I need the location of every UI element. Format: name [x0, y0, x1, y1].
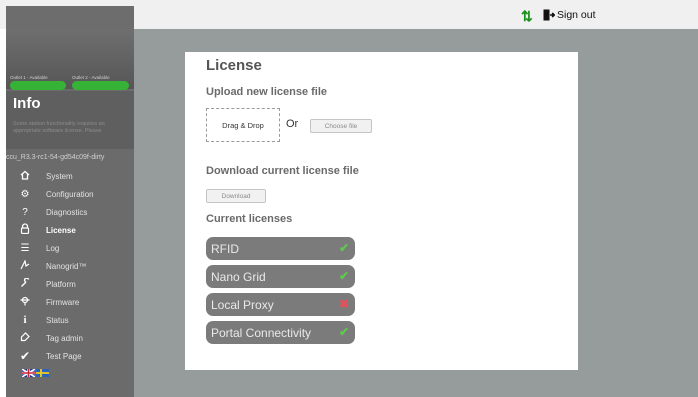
tag-icon	[19, 331, 31, 345]
drag-drop-label: Drag & Drop	[222, 120, 264, 130]
info-icon: i	[23, 314, 27, 326]
license-item-portal-connectivity: Portal Connectivity ✔	[206, 321, 355, 344]
sidebar-item-license[interactable]: License	[6, 221, 134, 239]
license-item-nano-grid: Nano Grid ✔	[206, 265, 355, 288]
outlet-1-status[interactable]	[10, 81, 66, 90]
sidebar-item-configuration[interactable]: ⚙ Configuration	[6, 185, 134, 203]
top-bar: ⇅ Sign out	[0, 0, 698, 29]
sidebar-item-label: Firmware	[46, 297, 80, 307]
outlet-1-label: Outlet 1 - Available	[10, 75, 48, 80]
sidebar-item-label: Diagnostics	[46, 207, 88, 217]
outlet-2-status[interactable]	[72, 81, 129, 90]
check-icon: ✔	[19, 349, 31, 363]
version-text: ccu_R3.3-rc1-54-gd54c09f-dirty	[6, 154, 105, 161]
license-name: Nano Grid	[211, 269, 266, 284]
sidebar-item-tag-admin[interactable]: Tag admin	[6, 329, 134, 347]
sidebar-item-label: Test Page	[46, 351, 82, 361]
sidebar-item-system[interactable]: System	[6, 167, 134, 185]
sidebar-item-label: Nanogrid™	[46, 261, 87, 271]
home-icon	[19, 170, 31, 183]
download-button[interactable]: Download	[206, 189, 266, 203]
valid-check-icon: ✔	[338, 325, 349, 339]
license-name: RFID	[211, 241, 239, 256]
license-hint-text: Some station functionality requires an a…	[13, 121, 105, 134]
language-flags	[22, 369, 49, 377]
list-icon: ☰	[20, 242, 30, 254]
door-exit-icon	[543, 9, 555, 21]
sidebar-title: Info	[13, 95, 41, 112]
swedish-flag-icon[interactable]	[36, 369, 49, 377]
up-down-arrows-icon[interactable]: ⇅	[521, 8, 533, 25]
sidebar-item-label: Tag admin	[46, 333, 83, 343]
choose-file-button[interactable]: Choose file	[310, 119, 372, 133]
sidebar-item-label: Log	[46, 243, 60, 253]
lock-icon	[19, 223, 31, 237]
upload-heading: Upload new license file	[206, 86, 328, 98]
sign-out-label: Sign out	[557, 9, 596, 21]
question-icon: ?	[22, 206, 28, 218]
sidebar-item-label: System	[46, 171, 73, 181]
valid-check-icon: ✔	[338, 269, 349, 283]
sidebar-item-nanogrid[interactable]: Nanogrid™	[6, 257, 134, 275]
sidebar-top-block	[6, 6, 134, 29]
license-name: Portal Connectivity	[211, 325, 312, 340]
sidebar-item-label: Configuration	[46, 189, 94, 199]
sidebar-item-label: License	[46, 225, 76, 235]
firmware-icon	[19, 296, 31, 309]
sidebar-item-test-page[interactable]: ✔ Test Page	[6, 347, 134, 365]
sidebar: Outlet 1 - Available Outlet 2 - Availabl…	[6, 29, 134, 397]
download-label: Download	[221, 192, 251, 200]
english-flag-icon[interactable]	[22, 369, 35, 377]
sidebar-menu: System ⚙ Configuration ? Diagnostics Lic…	[6, 167, 134, 365]
license-name: Local Proxy	[211, 297, 274, 312]
choose-file-label: Choose file	[324, 122, 358, 130]
wrench-icon	[19, 276, 31, 291]
page-title: License	[206, 57, 262, 74]
sidebar-item-firmware[interactable]: Firmware	[6, 293, 134, 311]
drag-drop-zone[interactable]: Drag & Drop	[206, 108, 280, 142]
sidebar-item-label: Status	[46, 315, 69, 325]
sidebar-item-label: Platform	[46, 279, 76, 289]
invalid-cross-icon: ✖	[338, 297, 349, 311]
gear-icon: ⚙	[20, 188, 30, 200]
sidebar-item-status[interactable]: i Status	[6, 311, 134, 329]
or-label: Or	[286, 118, 299, 130]
sign-out-button[interactable]: Sign out	[543, 9, 596, 21]
sidebar-item-platform[interactable]: Platform	[6, 275, 134, 293]
sidebar-item-diagnostics[interactable]: ? Diagnostics	[6, 203, 134, 221]
sidebar-item-log[interactable]: ☰ Log	[6, 239, 134, 257]
current-licenses-heading: Current licenses	[206, 213, 293, 225]
sidebar-header-area	[6, 29, 134, 89]
outlet-2-label: Outlet 2 - Available	[72, 75, 110, 80]
nanogrid-icon	[19, 258, 31, 273]
valid-check-icon: ✔	[338, 241, 349, 255]
license-item-rfid: RFID ✔	[206, 237, 355, 260]
download-heading: Download current license file	[206, 165, 359, 177]
license-item-local-proxy: Local Proxy ✖	[206, 293, 355, 316]
